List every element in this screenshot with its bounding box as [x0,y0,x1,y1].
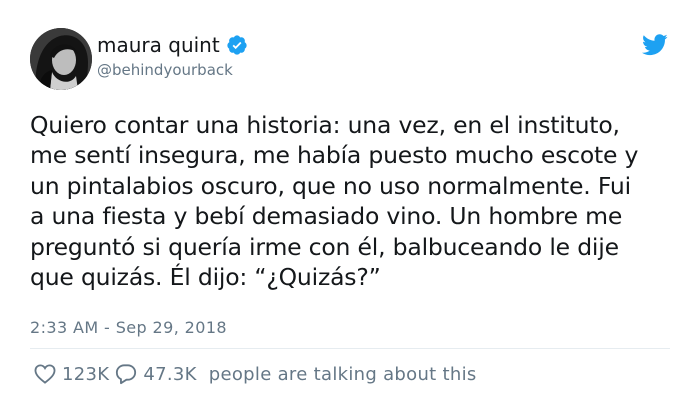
author-handle[interactable]: @behindyourback [97,59,248,81]
like-count: 123K [62,363,110,385]
tweet-text-line: Quiero contar una historia: una vez, en … [30,111,620,139]
tweet-text-line: un pintalabios oscuro, que no uso normal… [30,171,631,200]
verified-badge-icon [226,34,248,56]
reply-bubble-icon [116,364,137,385]
tweet-text-line: a una fiesta y bebí demasiado vino. Un h… [30,202,623,231]
display-name[interactable]: maura quint [97,32,220,58]
tweet-card: maura quint @behindyourback Quiero conta… [0,0,700,415]
tweet-header: maura quint @behindyourback [30,26,670,96]
twitter-bird-icon[interactable] [642,34,668,56]
avatar[interactable] [30,28,92,90]
tweet-stats: 123K 47.3K people are talking about this [34,360,477,388]
tweet-text: Quiero contar una historia: una vez, en … [30,110,670,292]
tweet-text-line: me sentí insegura, me había puesto mucho… [30,141,639,170]
heart-icon [34,364,56,384]
avatar-photo [30,28,92,90]
divider [30,348,670,349]
tweet-timestamp[interactable]: 2:33 AM - Sep 29, 2018 [30,318,227,337]
author-names: maura quint @behindyourback [97,32,248,81]
talking-about-label[interactable]: people are talking about this [209,364,477,385]
display-name-row: maura quint [97,32,248,58]
like-stat[interactable]: 123K [34,364,109,385]
tweet-text-line: que quizás. Él dijo: “¿Quizás?” [30,263,381,292]
tweet-text-line: preguntó si quería irme con él, balbucea… [30,232,619,261]
reply-stat[interactable]: 47.3K [115,363,196,385]
reply-count: 47.3K [143,363,197,385]
